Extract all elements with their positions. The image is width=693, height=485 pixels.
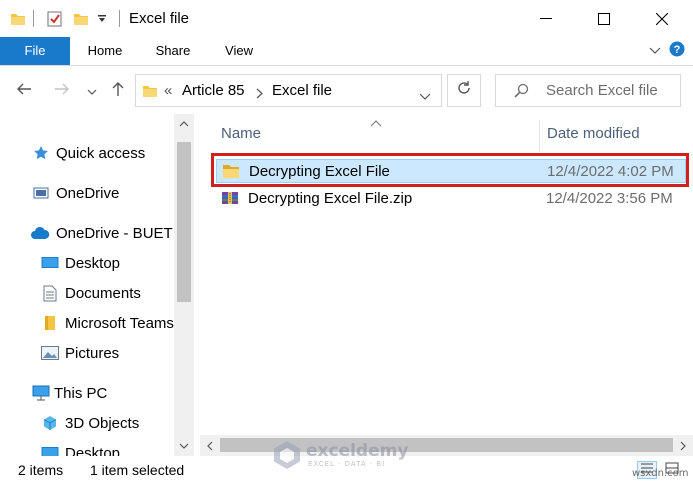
customize-toolbar-icon[interactable]: [97, 9, 107, 29]
sidebar-item-label: This PC: [54, 384, 108, 402]
column-divider[interactable]: [539, 120, 540, 152]
tab-view[interactable]: View: [214, 37, 264, 65]
file-row-decrypting-excel-file-zip[interactable]: Decrypting Excel File.zip 12/4/2022 3:56…: [216, 186, 686, 210]
sidebar-item-label: Desktop: [65, 444, 121, 457]
sidebar-item-label: 3D Objects: [65, 414, 140, 432]
expand-ribbon-button[interactable]: [644, 41, 666, 61]
column-header-name[interactable]: Name: [221, 124, 261, 144]
sidebar-item-label: Microsoft Teams: [65, 314, 174, 332]
column-header-date-modified[interactable]: Date modified: [547, 124, 640, 144]
sidebar-item-quick-access[interactable]: Quick access: [32, 142, 145, 164]
scroll-left-icon[interactable]: [200, 435, 220, 456]
svg-text:?: ?: [674, 44, 681, 56]
up-button[interactable]: [106, 79, 130, 103]
onedrive-icon: [32, 184, 50, 202]
documents-icon: [41, 284, 59, 302]
sidebar-item-label: Desktop: [65, 254, 121, 272]
tab-home[interactable]: Home: [78, 37, 132, 65]
refresh-icon: [456, 80, 472, 101]
title-bar: Excel file: [0, 0, 693, 37]
search-input[interactable]: Search Excel file: [546, 82, 658, 100]
breadcrumb-article-85[interactable]: Article 85: [182, 82, 245, 100]
properties-icon[interactable]: [46, 9, 64, 29]
annotation-highlight-box: [211, 153, 689, 187]
address-dropdown-icon[interactable]: [419, 88, 431, 106]
sidebar-item-label: OneDrive: [56, 184, 120, 202]
ribbon-tabs: File Home Share View ?: [0, 37, 693, 66]
computer-icon: [32, 384, 50, 402]
file-name: Decrypting Excel File.zip: [248, 189, 413, 207]
sidebar-item-microsoft-teams[interactable]: Microsoft Teams: [41, 312, 174, 334]
file-date: 12/4/2022 3:56 PM: [546, 189, 673, 207]
selection-count: 1 item selected: [90, 462, 185, 478]
address-bar[interactable]: « Article 85 Excel file: [135, 74, 442, 107]
exceldemy-logo-icon: [272, 440, 302, 475]
address-overflow[interactable]: «: [164, 82, 172, 100]
help-icon: ?: [669, 41, 685, 62]
folder-icon: [10, 9, 26, 29]
scroll-right-icon[interactable]: [673, 435, 693, 456]
title-divider: [119, 10, 120, 27]
sidebar-item-pictures[interactable]: Pictures: [41, 342, 119, 364]
sidebar-item-label: Quick access: [56, 144, 146, 162]
scrollbar-thumb[interactable]: [177, 142, 191, 302]
arrow-left-icon: [16, 82, 32, 101]
sidebar-item-label: Pictures: [65, 344, 120, 362]
close-button[interactable]: [633, 0, 691, 37]
site-watermark: wsxdn.com: [632, 468, 689, 479]
tab-share[interactable]: Share: [146, 37, 200, 65]
navigation-pane: Quick access OneDrive OneDrive - BUET De…: [0, 114, 194, 456]
sidebar-item-desktop-pc[interactable]: Desktop: [41, 442, 120, 456]
minimize-icon: [540, 17, 552, 20]
back-button[interactable]: [12, 79, 36, 103]
search-icon: [513, 83, 529, 104]
arrow-right-icon: [54, 82, 70, 101]
item-count: 2 items: [18, 462, 64, 478]
cube-icon: [41, 414, 59, 432]
search-box[interactable]: Search Excel file: [495, 74, 681, 107]
sidebar-item-label: OneDrive - BUET: [56, 224, 173, 242]
sort-ascending-icon: [370, 114, 382, 132]
desktop-icon: [41, 254, 59, 272]
arrow-up-icon: [111, 81, 125, 102]
maximize-button[interactable]: [575, 0, 633, 37]
scroll-up-icon[interactable]: [174, 114, 194, 134]
sidebar-item-desktop[interactable]: Desktop: [41, 252, 120, 274]
sidebar-item-onedrive-buet[interactable]: OneDrive - BUET: [30, 222, 173, 244]
close-icon: [656, 12, 668, 25]
desktop-icon: [41, 444, 59, 456]
help-button[interactable]: ?: [666, 41, 688, 61]
sidebar-item-documents[interactable]: Documents: [41, 282, 141, 304]
tab-file[interactable]: File: [0, 37, 70, 65]
pictures-icon: [41, 344, 59, 362]
toolbar-divider: [33, 10, 34, 27]
sidebar-item-onedrive[interactable]: OneDrive: [32, 182, 119, 204]
zip-archive-icon: [220, 189, 240, 207]
maximize-icon: [598, 12, 610, 25]
window-title: Excel file: [129, 10, 190, 27]
folder-icon: [41, 314, 59, 332]
navigation-pane-scrollbar[interactable]: [174, 114, 194, 456]
minimize-button[interactable]: [517, 0, 575, 37]
breadcrumb-excel-file[interactable]: Excel file: [272, 82, 332, 100]
sidebar-item-this-pc[interactable]: This PC: [32, 382, 107, 404]
folder-icon: [142, 83, 158, 104]
forward-button[interactable]: [50, 79, 74, 103]
sidebar-item-3d-objects[interactable]: 3D Objects: [41, 412, 139, 434]
chevron-down-icon: [649, 42, 661, 60]
chevron-down-icon: [87, 82, 97, 100]
recent-locations-button[interactable]: [84, 79, 100, 103]
refresh-button[interactable]: [447, 74, 481, 107]
navigation-bar: « Article 85 Excel file Search Excel fil…: [0, 66, 693, 114]
watermark-tagline: EXCEL · DATA · BI: [308, 460, 386, 468]
new-folder-icon[interactable]: [73, 9, 89, 29]
cloud-icon: [30, 224, 50, 242]
star-icon: [32, 144, 50, 162]
scroll-down-icon[interactable]: [174, 436, 194, 456]
watermark-name: exceldemy: [306, 441, 409, 461]
exceldemy-watermark: exceldemy EXCEL · DATA · BI: [272, 438, 422, 472]
sidebar-item-label: Documents: [65, 284, 141, 302]
chevron-right-icon[interactable]: [256, 86, 263, 104]
